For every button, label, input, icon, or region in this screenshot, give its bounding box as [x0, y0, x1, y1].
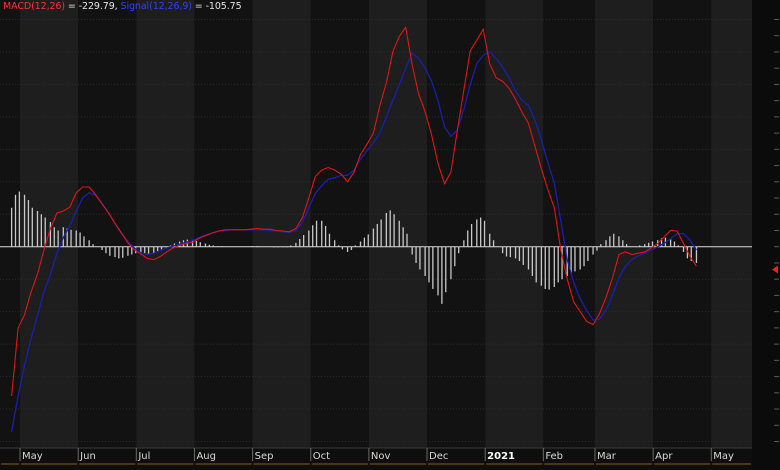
month-band — [595, 0, 654, 448]
month-band — [653, 0, 712, 448]
macd-legend-value: = -229.79, — [67, 1, 118, 12]
x-tick-label: Jun — [79, 451, 96, 462]
month-band — [194, 0, 253, 448]
macd-chart: May Jun Jul Aug Sep Oct Nov Dec 2021 Feb Mar Apr May — [0, 0, 780, 470]
x-tick-label: Aug — [196, 451, 216, 462]
x-tick-label: Dec — [429, 451, 448, 462]
month-band — [543, 0, 596, 448]
signal-legend-label: Signal(12,26,9) — [120, 1, 192, 12]
signal-legend-value: = -105.75 — [194, 1, 242, 12]
month-band — [136, 0, 195, 448]
x-tick-label: Feb — [545, 451, 563, 462]
legend: MACD(12,26) = -229.79, Signal(12,26,9) =… — [3, 1, 242, 12]
x-tick-label: Mar — [597, 451, 617, 462]
x-tick-label: Sep — [255, 451, 274, 462]
x-tick-label: Apr — [655, 451, 673, 462]
month-band — [78, 0, 137, 448]
x-tick-label: Oct — [313, 451, 330, 462]
x-tick-label: May — [713, 451, 734, 462]
x-tick-label: Jul — [137, 451, 150, 462]
x-tick-label: 2021 — [487, 451, 515, 462]
month-band — [252, 0, 311, 448]
x-tick-label: May — [22, 451, 43, 462]
right-margin — [752, 0, 780, 470]
macd-legend-label: MACD(12,26) — [3, 1, 65, 12]
month-band — [711, 0, 752, 448]
month-band — [485, 0, 544, 448]
month-band — [310, 0, 369, 448]
month-band — [0, 0, 21, 448]
x-tick-label: Nov — [371, 451, 391, 462]
